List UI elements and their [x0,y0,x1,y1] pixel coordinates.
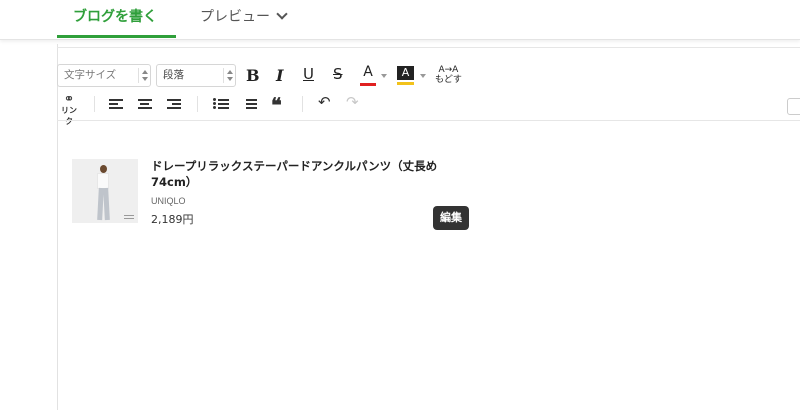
redo-icon[interactable]: ↷ [346,93,359,111]
active-tab-indicator [57,35,176,38]
highlight-caret-icon[interactable] [420,74,426,78]
link-button-label: リンク [61,106,77,126]
paragraph-select[interactable]: 段落 [156,64,236,87]
underline-button[interactable]: U [303,65,314,83]
reset-format-label: もどす [435,75,462,85]
product-brand: UNIQLO [151,196,186,206]
link-icon: ⚭ [63,92,75,107]
reset-format-button[interactable]: A→A もどす [435,65,462,85]
product-image[interactable] [72,159,138,223]
tab-write[interactable]: ブログを書く [73,6,157,36]
bullet-list-icon[interactable] [213,98,229,111]
toolbar-toggle-checkbox[interactable] [787,98,800,115]
quote-icon[interactable]: ❝ [271,93,282,117]
tab-preview-label: プレビュー [200,9,270,25]
product-image-caption-mark [124,215,134,219]
bold-button[interactable]: B [246,66,260,85]
toolbar-divider [197,96,198,112]
chevron-down-icon [276,8,288,20]
product-title[interactable]: ドレープリラックステーパードアンクルパンツ（丈長め74cm） [151,158,451,190]
font-color-caret-icon[interactable] [381,74,387,78]
reset-format-icon: A→A [438,65,459,75]
font-color-letter: A [363,64,373,80]
edit-button[interactable]: 編集 [433,206,469,230]
font-size-select[interactable]: 文字サイズ [57,64,151,87]
font-size-select-label: 文字サイズ [64,69,117,81]
align-left-icon[interactable] [109,99,123,111]
select-arrows-icon [138,68,148,83]
blog-editor-page: ブログを書く プレビュー 文字サイズ 段落 B I U S A A A→A もど… [0,0,800,410]
product-price: 2,189円 [151,213,194,226]
italic-button[interactable]: I [276,66,283,85]
editor-tabbar: ブログを書く プレビュー [0,0,800,40]
tab-preview[interactable]: プレビュー [200,6,288,36]
strikethrough-button[interactable]: S [333,65,343,83]
link-button[interactable]: ⚭ リンク [58,92,80,127]
highlight-button[interactable]: A [397,66,414,86]
align-center-icon[interactable] [138,99,152,111]
numbered-list-icon[interactable] [241,98,257,111]
undo-icon[interactable]: ↶ [318,93,331,111]
paragraph-select-label: 段落 [163,69,184,81]
select-arrows-icon [223,68,233,83]
highlight-bar [397,82,414,85]
editor-top-divider [57,47,800,48]
font-color-bar [360,83,376,86]
toolbar-divider [94,96,95,112]
highlight-letter: A [397,66,414,80]
toolbar-divider [302,96,303,112]
align-right-icon[interactable] [167,99,181,111]
font-color-button[interactable]: A [360,64,376,86]
toolbar-bottom-divider [57,120,800,121]
